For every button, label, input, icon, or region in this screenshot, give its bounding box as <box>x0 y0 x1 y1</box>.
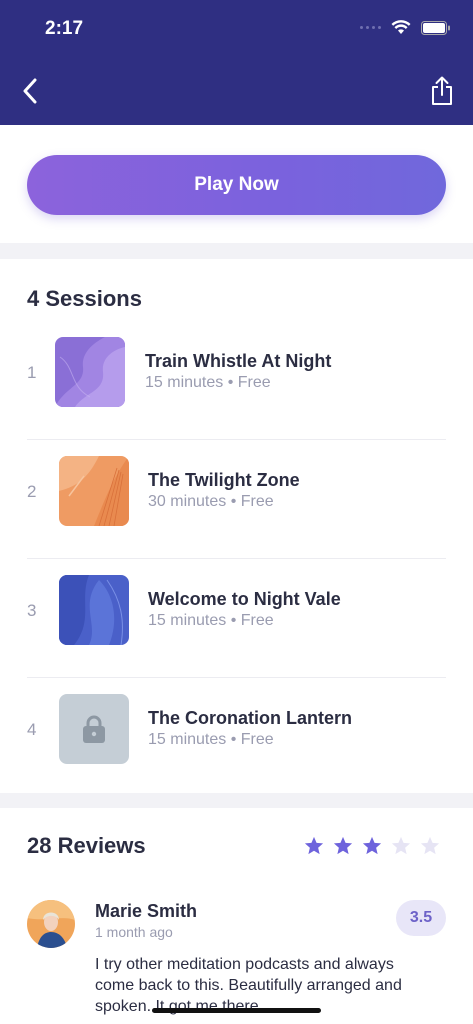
session-title: The Coronation Lantern <box>148 708 352 728</box>
wifi-icon <box>391 20 411 34</box>
session-thumbnail <box>59 456 129 526</box>
rating-stars <box>304 836 440 855</box>
sessions-title: 4 Sessions <box>27 286 142 311</box>
session-title: Welcome to Night Vale <box>148 589 341 609</box>
session-meta: 15 minutes • Free <box>148 731 274 748</box>
star-empty-icon <box>420 836 440 855</box>
status-icons <box>360 20 451 35</box>
reviews-section: 28 Reviews Marie Smith 1 month ago 3.5 I… <box>0 808 473 1024</box>
review-rating-badge: 3.5 <box>396 900 446 936</box>
reviews-title: 28 Reviews <box>27 833 146 858</box>
session-thumbnail-locked <box>59 694 129 764</box>
battery-icon <box>421 20 450 35</box>
home-indicator <box>152 1008 321 1013</box>
session-number: 1 <box>27 363 37 382</box>
session-thumbnail <box>55 337 125 407</box>
sessions-section: 4 Sessions 1 Train Whistle At Night 15 m… <box>0 259 473 793</box>
session-row-2[interactable]: 2 The Twilight Zone 30 minutes • Free <box>27 440 446 559</box>
reviewer-avatar[interactable] <box>27 900 75 948</box>
reviewer-name: Marie Smith <box>95 901 198 921</box>
session-title: The Twilight Zone <box>148 470 300 490</box>
lock-icon <box>83 715 105 743</box>
back-button[interactable] <box>14 74 46 108</box>
session-number: 3 <box>27 601 37 620</box>
star-filled-icon <box>304 836 324 855</box>
session-row-1[interactable]: 1 Train Whistle At Night 15 minutes • Fr… <box>27 321 446 440</box>
session-meta: 30 minutes • Free <box>148 493 274 510</box>
session-thumbnail <box>59 575 129 645</box>
session-title: Train Whistle At Night <box>145 351 332 371</box>
status-time: 2:17 <box>45 18 84 39</box>
cellular-signal-icon <box>360 26 381 29</box>
share-button[interactable] <box>427 73 457 109</box>
play-now-button[interactable]: Play Now <box>27 155 446 215</box>
play-section: Play Now <box>0 125 473 243</box>
star-filled-icon <box>362 836 382 855</box>
star-empty-icon <box>391 836 411 855</box>
star-filled-icon <box>333 836 353 855</box>
session-row-3[interactable]: 3 Welcome to Night Vale 15 minutes • Fre… <box>27 559 446 678</box>
session-number: 4 <box>27 720 37 739</box>
share-icon <box>432 76 452 105</box>
session-meta: 15 minutes • Free <box>148 612 274 629</box>
session-meta: 15 minutes • Free <box>145 374 271 391</box>
session-row-4[interactable]: 4 The Coronation Lantern 15 minutes • Fr… <box>27 678 446 797</box>
review-time: 1 month ago <box>95 924 173 940</box>
session-number: 2 <box>27 482 37 501</box>
app-header: 2:17 <box>0 0 473 125</box>
chevron-left-icon <box>23 78 37 104</box>
